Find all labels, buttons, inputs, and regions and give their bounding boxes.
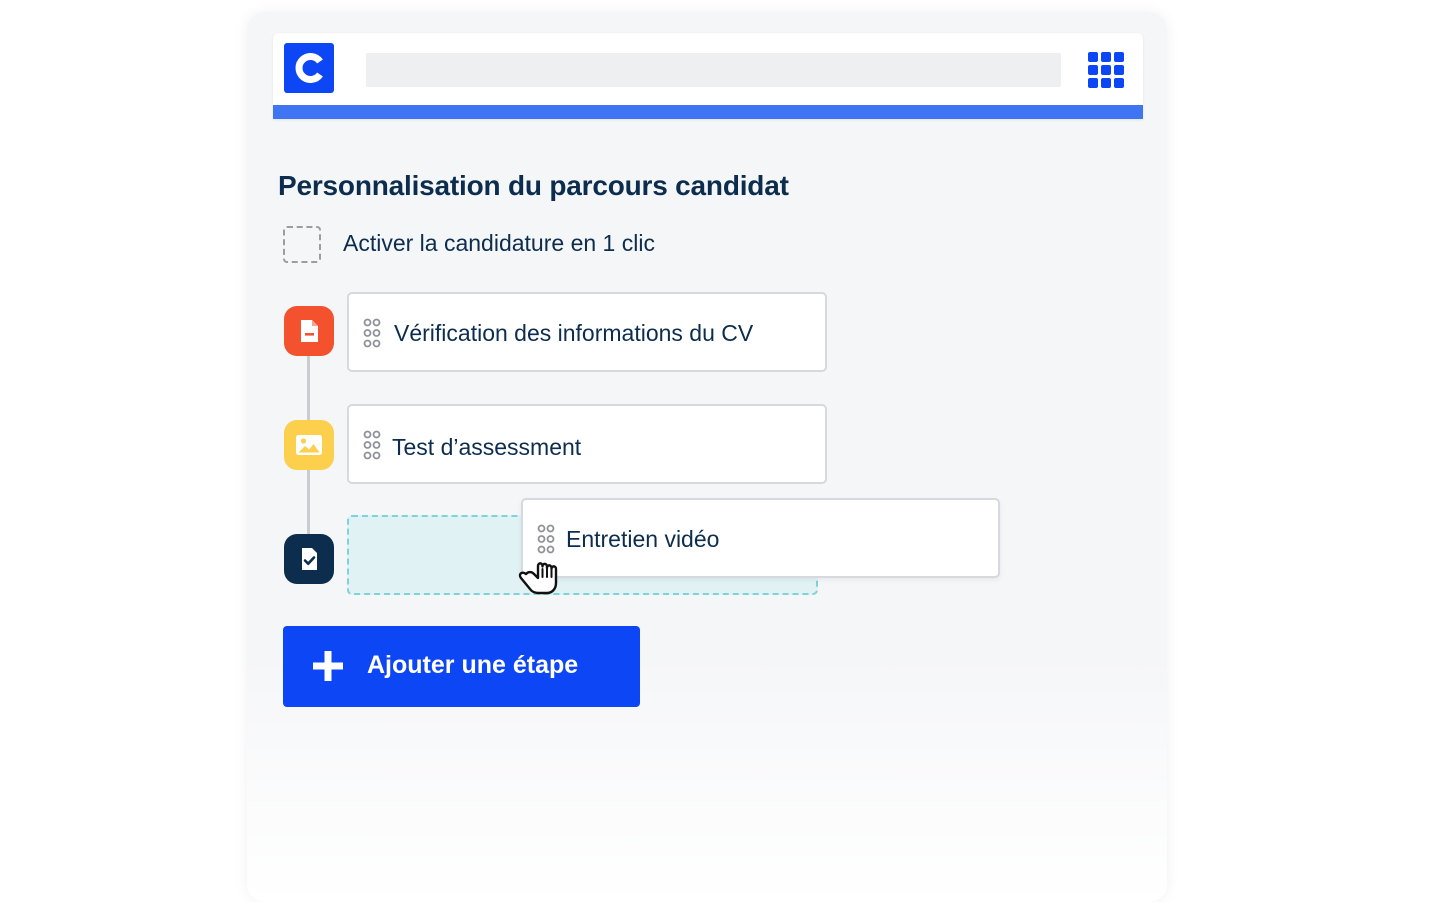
step-label: Test d’assessment: [392, 434, 582, 460]
image-icon: [284, 420, 334, 470]
step-card-assessment-test[interactable]: Test d’assessment: [347, 404, 827, 484]
step-label: Entretien vidéo: [566, 526, 720, 552]
top-navigation-bar: [273, 33, 1143, 119]
one-click-apply-checkbox[interactable]: [283, 226, 321, 263]
step-card-cv-verification[interactable]: Vérification des informations du CV: [347, 292, 827, 372]
step-card-video-interview[interactable]: Entretien vidéo: [521, 498, 1000, 578]
add-step-label: Ajouter une étape: [367, 651, 579, 679]
search-bar[interactable]: [366, 53, 1061, 87]
step-label: Vérification des informations du CV: [394, 320, 754, 346]
header-accent-bar: [273, 105, 1143, 119]
one-click-apply-label: Activer la candidature en 1 clic: [343, 230, 655, 256]
c-logo-icon[interactable]: [284, 43, 334, 93]
add-step-button[interactable]: Ajouter une étape: [283, 626, 640, 707]
grid-apps-icon[interactable]: [1088, 52, 1124, 88]
document-check-icon: [284, 534, 334, 584]
page-title: Personnalisation du parcours candidat: [278, 170, 789, 201]
drag-handle-icon[interactable]: [363, 318, 381, 348]
document-icon: [284, 306, 334, 356]
drag-handle-icon[interactable]: [363, 430, 381, 460]
grab-hand-cursor-icon: [512, 548, 562, 598]
plus-icon: [313, 651, 343, 681]
